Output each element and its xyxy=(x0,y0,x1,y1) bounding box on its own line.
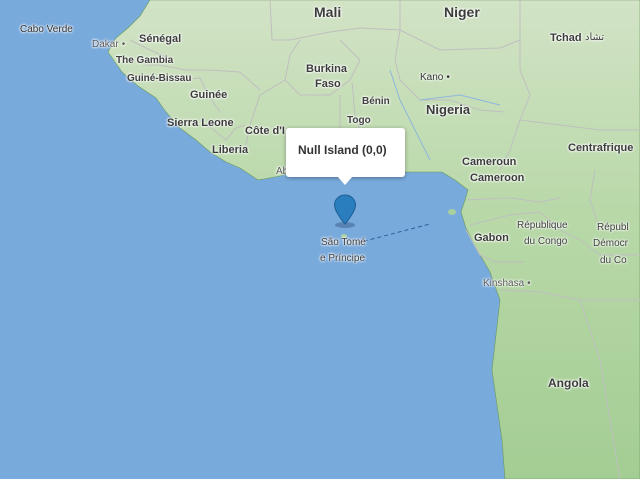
island-bioko xyxy=(448,209,456,215)
label-rdc-2: Démocr xyxy=(593,238,629,249)
label-niger: Niger xyxy=(444,4,480,20)
label-cabo-verde: Cabo Verde xyxy=(20,24,73,35)
label-rdc-1: Républ xyxy=(597,222,629,233)
label-rep-congo-2: du Congo xyxy=(524,236,568,247)
popup-title: Null Island (0,0) xyxy=(298,143,387,157)
popup-tip xyxy=(337,176,353,185)
map-view[interactable]: Mali Niger Tchad تشاد Cabo Verde Dakar S… xyxy=(0,0,640,479)
label-cameroon: Cameroon xyxy=(470,172,525,184)
marker-popup[interactable]: Null Island (0,0) xyxy=(286,128,405,177)
label-guinea-bissau: Guiné-Bissau xyxy=(127,73,192,84)
label-cameroun: Cameroun xyxy=(462,156,517,168)
label-centrafrique: Centrafrique xyxy=(568,142,634,154)
label-gambia: The Gambia xyxy=(116,55,174,66)
label-tchad-arabic: تشاد xyxy=(585,32,605,43)
label-sao-tome-1: São Tomé xyxy=(321,237,366,248)
label-cote-divoire: Côte d'I xyxy=(245,125,285,137)
label-burkina: Burkina xyxy=(306,63,347,75)
label-rep-congo-1: République xyxy=(517,220,568,231)
label-liberia: Liberia xyxy=(212,144,249,156)
label-gabon: Gabon xyxy=(474,232,509,244)
label-faso: Faso xyxy=(315,78,341,90)
label-rdc-3: du Co xyxy=(600,255,627,266)
label-benin: Bénin xyxy=(362,96,390,107)
label-kinshasa: Kinshasa xyxy=(483,279,531,289)
label-guinee: Guinée xyxy=(190,89,228,101)
label-mali: Mali xyxy=(314,4,342,20)
label-togo: Togo xyxy=(347,115,371,126)
label-dakar: Dakar xyxy=(92,40,125,50)
label-nigeria: Nigeria xyxy=(426,102,471,117)
label-tchad: Tchad xyxy=(550,32,582,44)
label-kano: Kano xyxy=(420,73,450,83)
label-sierra-leone: Sierra Leone xyxy=(167,117,234,129)
label-senegal: Sénégal xyxy=(139,33,182,45)
label-sao-tome-2: e Príncipe xyxy=(320,253,366,264)
label-angola: Angola xyxy=(548,376,589,390)
